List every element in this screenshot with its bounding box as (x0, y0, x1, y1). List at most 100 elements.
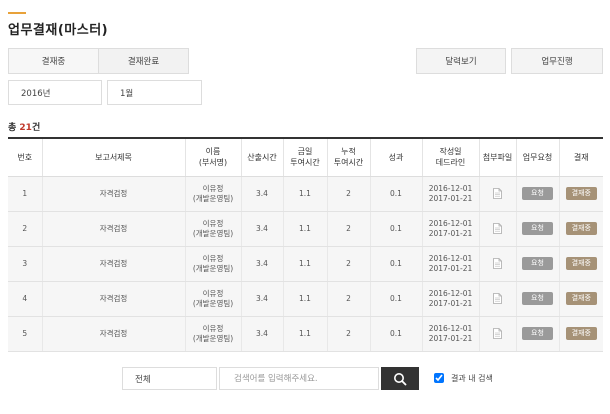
header-result: 성과 (369, 138, 422, 177)
header-dates: 작성일 데드라인 (421, 138, 479, 177)
cell-no: 2 (8, 211, 42, 247)
search-input[interactable] (219, 367, 379, 390)
cell-report-title[interactable]: 자격검정 (41, 316, 185, 352)
total-count-value: 21 (19, 123, 32, 133)
table-row[interactable]: 3 자격검정 이유정 (개발운영팀) 3.4 1.1 2 0.1 2016-12-… (8, 246, 603, 282)
header-attachment: 첨부파일 (478, 138, 516, 177)
cell-cumulative-hours: 2 (326, 246, 370, 282)
cell-name-value: 이유정 (202, 323, 224, 333)
header-report-title: 보고서제목 (41, 138, 185, 177)
cell-result: 0.1 (369, 281, 422, 317)
approval-status-button[interactable]: 결재중 (565, 257, 597, 270)
cell-report-title[interactable]: 자격검정 (41, 211, 185, 247)
approval-status-button[interactable]: 결재중 (565, 327, 597, 340)
approval-status-button[interactable]: 결재중 (565, 292, 597, 305)
cell-result: 0.1 (369, 211, 422, 247)
table-header-row: 번호 보고서제목 이름 (부서명) 산출시간 금일 투여시간 누적 투여시간 성과 작… (8, 138, 603, 177)
cell-report-title[interactable]: 자격검정 (41, 176, 185, 212)
cell-hours: 3.4 (240, 176, 283, 212)
cell-cumulative-hours: 2 (326, 281, 370, 317)
document-icon[interactable] (493, 258, 502, 269)
cell-attachment (478, 176, 516, 212)
cell-name-value: 이유정 (202, 183, 224, 193)
tab-approved[interactable]: 결재완료 (98, 48, 189, 74)
document-icon[interactable] (493, 188, 502, 199)
calendar-view-button[interactable]: 달력보기 (416, 48, 506, 74)
cell-result: 0.1 (369, 316, 422, 352)
search-within-results-checkbox[interactable] (434, 373, 444, 383)
request-button[interactable]: 요청 (522, 292, 553, 305)
request-button[interactable]: 요청 (522, 327, 553, 340)
cell-result: 0.1 (369, 246, 422, 282)
cell-name: 이유정 (개발운영팀) (184, 246, 241, 282)
cell-approval: 결재중 (558, 316, 603, 352)
cell-request: 요청 (515, 176, 559, 212)
cell-hours: 3.4 (240, 211, 283, 247)
cell-deadline-date: 2017-01-21 (428, 263, 473, 273)
month-select[interactable]: 1월 (107, 80, 202, 105)
approval-status-button[interactable]: 결재중 (565, 187, 597, 200)
cell-deadline-date: 2017-01-21 (428, 298, 473, 308)
cell-no: 5 (8, 316, 42, 352)
cell-today-hours: 1.1 (282, 316, 327, 352)
cell-today-hours: 1.1 (282, 281, 327, 317)
year-select[interactable]: 2016년 (8, 80, 102, 105)
cell-name: 이유정 (개발운영팀) (184, 316, 241, 352)
header-approval: 결재 (558, 138, 603, 177)
cell-request: 요청 (515, 211, 559, 247)
cell-dates: 2016-12-01 2017-01-21 (421, 211, 479, 247)
cell-result: 0.1 (369, 176, 422, 212)
search-scope-select[interactable]: 전체 (122, 367, 217, 390)
cell-name: 이유정 (개발운영팀) (184, 211, 241, 247)
tab-in-approval[interactable]: 결재중 (8, 48, 99, 74)
cell-no: 1 (8, 176, 42, 212)
document-icon[interactable] (493, 328, 502, 339)
header-today-line2: 투여시간 (290, 158, 320, 168)
search-within-results-label: 결과 내 검색 (451, 374, 493, 383)
cell-report-title[interactable]: 자격검정 (41, 281, 185, 317)
cell-today-hours: 1.1 (282, 211, 327, 247)
cell-written-date: 2016-12-01 (428, 323, 473, 333)
cell-approval: 결재중 (558, 281, 603, 317)
cell-deadline-date: 2017-01-21 (428, 228, 473, 238)
request-button[interactable]: 요청 (522, 222, 553, 235)
approval-status-button[interactable]: 결재중 (565, 222, 597, 235)
document-icon[interactable] (493, 223, 502, 234)
table-row[interactable]: 1 자격검정 이유정 (개발운영팀) 3.4 1.1 2 0.1 2016-12-… (8, 176, 603, 212)
request-button[interactable]: 요청 (522, 187, 553, 200)
cell-dates: 2016-12-01 2017-01-21 (421, 281, 479, 317)
cell-attachment (478, 211, 516, 247)
cell-written-date: 2016-12-01 (428, 218, 473, 228)
total-count: 총 21건 (8, 120, 40, 133)
cell-name-value: 이유정 (202, 288, 224, 298)
cell-request: 요청 (515, 246, 559, 282)
document-icon[interactable] (493, 293, 502, 304)
work-progress-button[interactable]: 업무진행 (511, 48, 603, 74)
search-button[interactable] (381, 367, 419, 390)
magnifier-icon (394, 372, 407, 385)
table-body: 1 자격검정 이유정 (개발운영팀) 3.4 1.1 2 0.1 2016-12-… (8, 176, 603, 352)
cell-dept-value: (개발운영팀) (192, 333, 234, 343)
cell-approval: 결재중 (558, 246, 603, 282)
cell-cumulative-hours: 2 (326, 211, 370, 247)
total-prefix: 총 (8, 123, 20, 133)
approval-table: 번호 보고서제목 이름 (부서명) 산출시간 금일 투여시간 누적 투여시간 성과 작… (8, 137, 603, 352)
request-button[interactable]: 요청 (522, 257, 553, 270)
cell-name: 이유정 (개발운영팀) (184, 176, 241, 212)
cell-hours: 3.4 (240, 246, 283, 282)
table-row[interactable]: 4 자격검정 이유정 (개발운영팀) 3.4 1.1 2 0.1 2016-12-… (8, 281, 603, 317)
cell-deadline-date: 2017-01-21 (428, 333, 473, 343)
header-name-line1: 이름 (205, 147, 221, 157)
cell-name: 이유정 (개발운영팀) (184, 281, 241, 317)
total-suffix: 건 (31, 123, 41, 133)
cell-dept-value: (개발운영팀) (192, 193, 234, 203)
table-row[interactable]: 5 자격검정 이유정 (개발운영팀) 3.4 1.1 2 0.1 2016-12-… (8, 316, 603, 352)
table-row[interactable]: 2 자격검정 이유정 (개발운영팀) 3.4 1.1 2 0.1 2016-12-… (8, 211, 603, 247)
cell-report-title[interactable]: 자격검정 (41, 246, 185, 282)
cell-attachment (478, 281, 516, 317)
header-name: 이름 (부서명) (184, 138, 241, 177)
header-cumulative-line2: 투여시간 (333, 158, 364, 168)
header-hours: 산출시간 (240, 138, 283, 177)
cell-cumulative-hours: 2 (326, 316, 370, 352)
cell-written-date: 2016-12-01 (428, 288, 473, 298)
